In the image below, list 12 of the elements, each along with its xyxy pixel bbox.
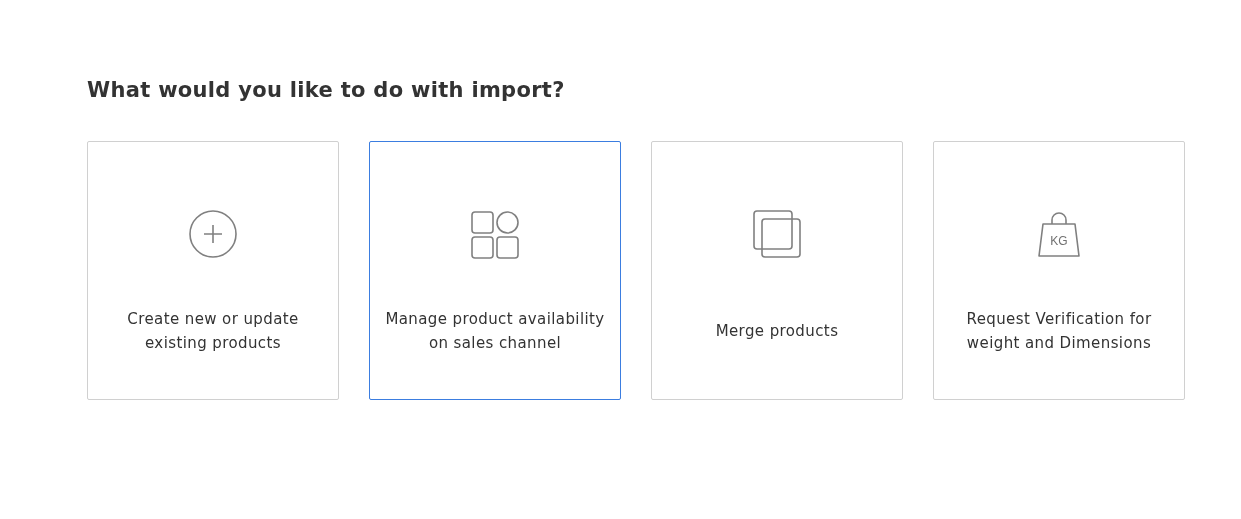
option-label: Request Verification for weight and Dimensions xyxy=(965,308,1153,354)
option-label: Create new or update existing products xyxy=(126,308,300,354)
option-card[interactable]: Manage product availability on sales channel xyxy=(369,141,621,400)
option-card[interactable]: Create new or update existing products xyxy=(87,141,339,400)
page-heading: What would you like to do with import? xyxy=(87,78,566,102)
option-card[interactable]: Merge products xyxy=(651,141,903,400)
option-label: Manage product availability on sales channel xyxy=(384,308,606,354)
plus-circle-icon xyxy=(188,208,238,259)
shapes-grid-icon xyxy=(470,208,520,259)
option-label: Merge products xyxy=(715,320,839,342)
overlapping-squares-icon xyxy=(752,208,802,259)
option-card[interactable]: KG Request Verification for weight and Dimensions xyxy=(933,141,1185,400)
